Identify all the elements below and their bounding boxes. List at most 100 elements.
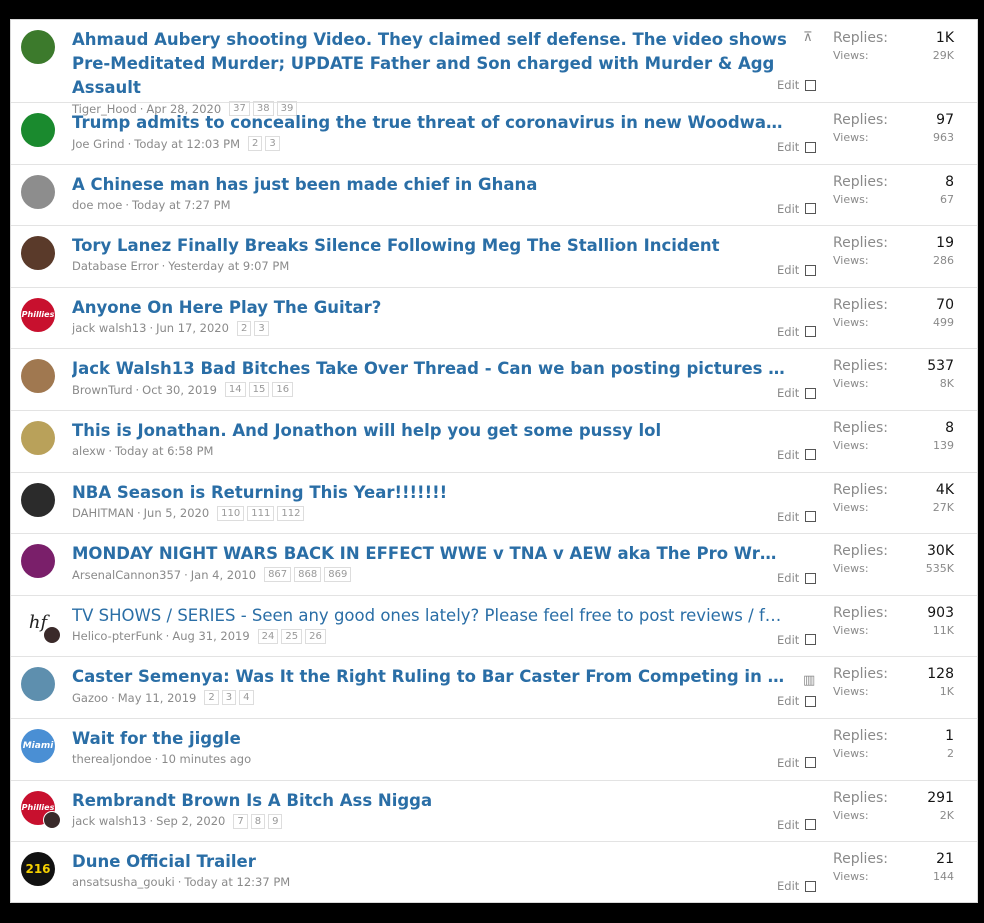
select-checkbox[interactable] [805, 757, 817, 769]
page-link[interactable]: 2 [248, 136, 263, 151]
avatar[interactable]: Phillies [21, 297, 55, 332]
edit-link[interactable]: Edit [777, 510, 799, 524]
edit-link[interactable]: Edit [777, 756, 799, 770]
edit-link[interactable]: Edit [777, 694, 799, 708]
page-link[interactable]: 14 [224, 382, 246, 398]
select-checkbox[interactable] [805, 511, 817, 523]
avatar[interactable]: 216 [21, 852, 55, 887]
thread-date[interactable]: Today at 7:27 PM [132, 198, 230, 212]
thread-title-link[interactable]: Jack Walsh13 Bad Bitches Take Over Threa… [72, 357, 787, 381]
thread-date[interactable]: Today at 12:37 PM [184, 875, 290, 889]
select-checkbox[interactable] [805, 79, 817, 91]
thread-date[interactable]: Today at 12:03 PM [134, 137, 240, 151]
edit-link[interactable]: Edit [777, 325, 799, 339]
thread-author-link[interactable]: jack walsh13 [72, 814, 146, 828]
avatar[interactable] [21, 30, 55, 64]
select-checkbox[interactable] [805, 141, 817, 153]
page-link[interactable]: 7 [233, 813, 248, 829]
edit-control[interactable]: Edit [777, 879, 817, 893]
avatar[interactable] [21, 174, 55, 209]
page-link[interactable]: 867 [264, 567, 292, 583]
page-link[interactable]: 24 [257, 628, 279, 644]
page-link[interactable]: 26 [305, 628, 326, 644]
edit-control[interactable]: Edit [777, 818, 817, 832]
thread-date[interactable]: Jan 4, 2010 [191, 568, 256, 582]
page-link[interactable]: 3 [254, 320, 269, 336]
thread-title-link[interactable]: Dune Official Trailer [72, 850, 787, 874]
edit-link[interactable]: Edit [777, 633, 799, 647]
edit-control[interactable]: Edit [777, 386, 817, 400]
edit-control[interactable]: Edit [777, 633, 817, 647]
thread-date[interactable]: Oct 30, 2019 [142, 383, 217, 397]
avatar[interactable] [21, 113, 55, 147]
thread-author-link[interactable]: alexw [72, 444, 105, 458]
thread-date[interactable]: 10 minutes ago [161, 752, 251, 766]
thread-title-link[interactable]: MONDAY NIGHT WARS BACK IN EFFECT WWE v T… [72, 542, 787, 566]
page-link[interactable]: 111 [247, 505, 275, 521]
select-checkbox[interactable] [805, 819, 817, 831]
edit-link[interactable]: Edit [777, 571, 799, 585]
thread-author-link[interactable]: BrownTurd [72, 383, 133, 397]
edit-link[interactable]: Edit [777, 386, 799, 400]
edit-control[interactable]: Edit [777, 325, 817, 339]
thread-author-link[interactable]: Gazoo [72, 691, 108, 705]
select-checkbox[interactable] [805, 203, 817, 215]
thread-author-link[interactable]: Joe Grind [72, 137, 125, 151]
select-checkbox[interactable] [805, 387, 817, 399]
select-checkbox[interactable] [805, 572, 817, 584]
page-link[interactable]: 9 [268, 813, 283, 829]
thread-date[interactable]: May 11, 2019 [118, 691, 197, 705]
thread-date[interactable]: Jun 5, 2020 [144, 506, 210, 520]
edit-control[interactable]: Edit [777, 510, 817, 524]
edit-link[interactable]: Edit [777, 263, 799, 277]
thread-title-link[interactable]: Anyone On Here Play The Guitar? [72, 296, 787, 320]
edit-control[interactable]: Edit [777, 78, 817, 92]
thread-date[interactable]: Jun 17, 2020 [156, 321, 229, 335]
page-link[interactable]: 3 [265, 136, 280, 151]
select-checkbox[interactable] [805, 264, 817, 276]
avatar[interactable] [21, 236, 55, 271]
thread-author-link[interactable]: ansatsusha_gouki [72, 875, 175, 889]
page-link[interactable]: 869 [324, 567, 352, 583]
select-checkbox[interactable] [805, 880, 817, 892]
avatar[interactable] [21, 359, 55, 394]
edit-control[interactable]: Edit [777, 448, 817, 462]
thread-date[interactable]: Sep 2, 2020 [156, 814, 225, 828]
page-link[interactable]: 16 [272, 382, 294, 398]
thread-author-link[interactable]: DAHITMAN [72, 506, 134, 520]
thread-title-link[interactable]: A Chinese man has just been made chief i… [72, 173, 787, 197]
thread-title-link[interactable]: NBA Season is Returning This Year!!!!!!! [72, 481, 787, 505]
thread-title-link[interactable]: Trump admits to concealing the true thre… [72, 111, 787, 135]
page-link[interactable]: 4 [239, 690, 254, 706]
edit-link[interactable]: Edit [777, 818, 799, 832]
avatar[interactable] [21, 667, 55, 702]
avatar[interactable] [21, 482, 55, 517]
edit-control[interactable]: Edit [777, 571, 817, 585]
edit-link[interactable]: Edit [777, 140, 799, 154]
thread-author-link[interactable]: Database Error [72, 259, 159, 273]
thread-title-link[interactable]: Ahmaud Aubery shooting Video. They claim… [72, 28, 787, 100]
avatar[interactable]: Miami [21, 728, 55, 763]
thread-author-link[interactable]: jack walsh13 [72, 321, 146, 335]
thread-title-link[interactable]: TV SHOWS / SERIES - Seen any good ones l… [72, 604, 787, 628]
edit-control[interactable]: Edit [777, 202, 817, 216]
thread-author-link[interactable]: therealjondoe [72, 752, 152, 766]
edit-control[interactable]: Edit [777, 756, 817, 770]
thread-date[interactable]: Yesterday at 9:07 PM [168, 259, 289, 273]
edit-control[interactable]: Edit [777, 694, 817, 708]
edit-control[interactable]: Edit [777, 140, 817, 154]
thread-date[interactable]: Today at 6:58 PM [115, 444, 213, 458]
avatar[interactable] [21, 420, 55, 455]
edit-link[interactable]: Edit [777, 78, 799, 92]
page-link[interactable]: 8 [250, 813, 266, 829]
page-link[interactable]: 110 [217, 505, 245, 521]
select-checkbox[interactable] [805, 695, 817, 707]
edit-control[interactable]: Edit [777, 263, 817, 277]
thread-title-link[interactable]: Wait for the jiggle [72, 727, 787, 751]
page-link[interactable]: 15 [248, 382, 270, 398]
thread-title-link[interactable]: This is Jonathan. And Jonathon will help… [72, 419, 787, 443]
thread-date[interactable]: Aug 31, 2019 [172, 629, 249, 643]
edit-link[interactable]: Edit [777, 879, 799, 893]
select-checkbox[interactable] [805, 634, 817, 646]
thread-author-link[interactable]: Helico-pterFunk [72, 629, 163, 643]
